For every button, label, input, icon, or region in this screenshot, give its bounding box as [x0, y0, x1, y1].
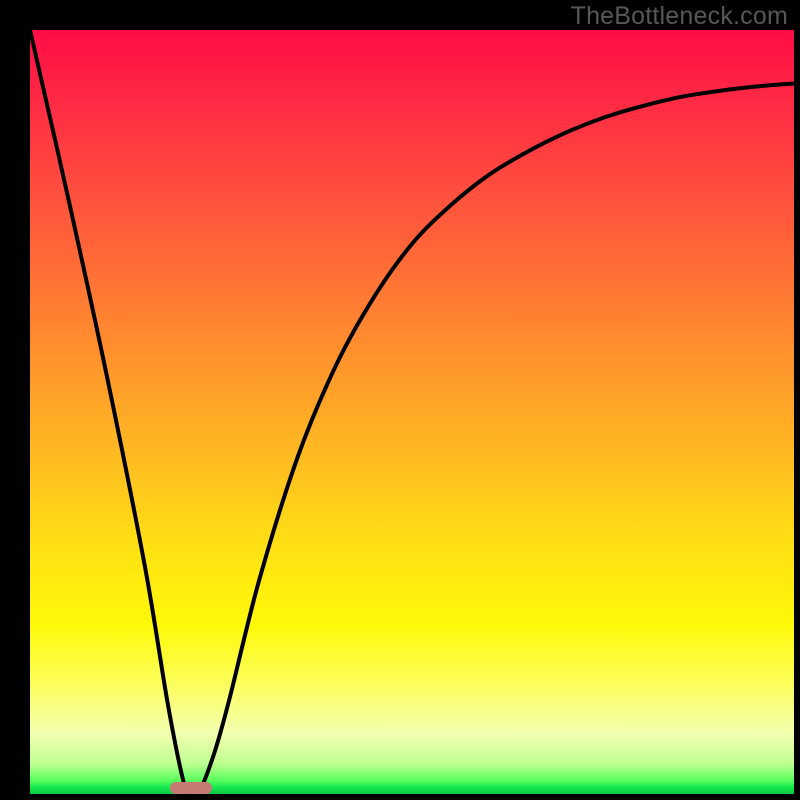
- curve-svg: [30, 30, 794, 794]
- watermark-text: TheBottleneck.com: [571, 2, 788, 31]
- optimal-zone-marker: [170, 782, 212, 794]
- plot-area: [30, 30, 794, 794]
- bottleneck-curve: [30, 30, 794, 794]
- chart-frame: TheBottleneck.com: [0, 0, 800, 800]
